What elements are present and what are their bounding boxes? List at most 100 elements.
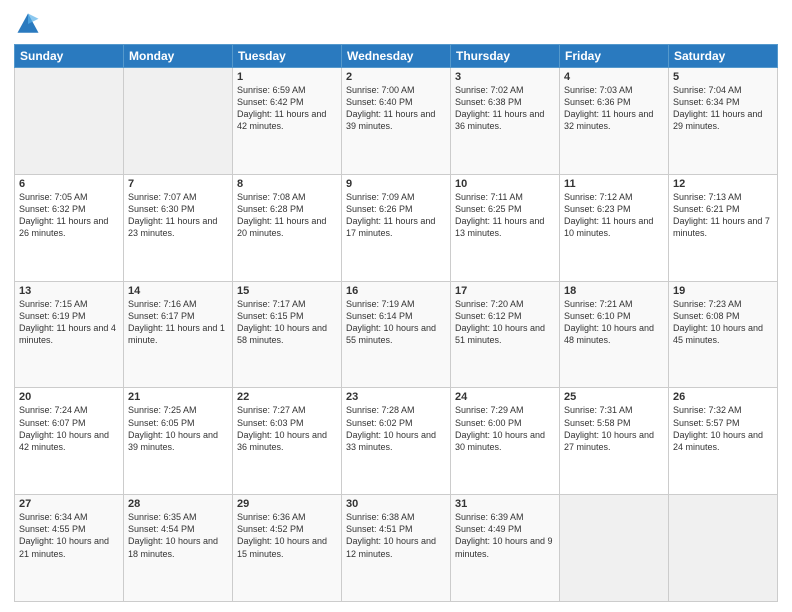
day-cell: 28Sunrise: 6:35 AM Sunset: 4:54 PM Dayli… [124,495,233,602]
day-cell: 25Sunrise: 7:31 AM Sunset: 5:58 PM Dayli… [560,388,669,495]
day-cell: 24Sunrise: 7:29 AM Sunset: 6:00 PM Dayli… [451,388,560,495]
week-row-1: 6Sunrise: 7:05 AM Sunset: 6:32 PM Daylig… [15,174,778,281]
day-number: 19 [673,285,773,297]
day-info: Sunrise: 7:21 AM Sunset: 6:10 PM Dayligh… [564,298,664,347]
weekday-wednesday: Wednesday [342,45,451,68]
day-cell: 26Sunrise: 7:32 AM Sunset: 5:57 PM Dayli… [669,388,778,495]
day-cell: 7Sunrise: 7:07 AM Sunset: 6:30 PM Daylig… [124,174,233,281]
day-info: Sunrise: 7:03 AM Sunset: 6:36 PM Dayligh… [564,84,664,133]
day-number: 2 [346,71,446,83]
day-number: 25 [564,391,664,403]
day-info: Sunrise: 7:17 AM Sunset: 6:15 PM Dayligh… [237,298,337,347]
day-cell: 19Sunrise: 7:23 AM Sunset: 6:08 PM Dayli… [669,281,778,388]
day-info: Sunrise: 7:04 AM Sunset: 6:34 PM Dayligh… [673,84,773,133]
day-number: 13 [19,285,119,297]
day-cell [669,495,778,602]
day-cell: 2Sunrise: 7:00 AM Sunset: 6:40 PM Daylig… [342,68,451,175]
day-number: 9 [346,178,446,190]
day-number: 28 [128,498,228,510]
day-info: Sunrise: 6:36 AM Sunset: 4:52 PM Dayligh… [237,511,337,560]
calendar-header: SundayMondayTuesdayWednesdayThursdayFrid… [15,45,778,68]
day-info: Sunrise: 7:25 AM Sunset: 6:05 PM Dayligh… [128,404,228,453]
day-info: Sunrise: 7:19 AM Sunset: 6:14 PM Dayligh… [346,298,446,347]
day-number: 7 [128,178,228,190]
day-cell: 18Sunrise: 7:21 AM Sunset: 6:10 PM Dayli… [560,281,669,388]
day-number: 12 [673,178,773,190]
day-info: Sunrise: 7:15 AM Sunset: 6:19 PM Dayligh… [19,298,119,347]
day-cell: 9Sunrise: 7:09 AM Sunset: 6:26 PM Daylig… [342,174,451,281]
day-cell [15,68,124,175]
weekday-monday: Monday [124,45,233,68]
day-info: Sunrise: 7:27 AM Sunset: 6:03 PM Dayligh… [237,404,337,453]
day-cell [560,495,669,602]
weekday-sunday: Sunday [15,45,124,68]
day-info: Sunrise: 6:39 AM Sunset: 4:49 PM Dayligh… [455,511,555,560]
day-number: 26 [673,391,773,403]
day-info: Sunrise: 7:11 AM Sunset: 6:25 PM Dayligh… [455,191,555,240]
day-number: 22 [237,391,337,403]
day-number: 24 [455,391,555,403]
day-cell: 8Sunrise: 7:08 AM Sunset: 6:28 PM Daylig… [233,174,342,281]
day-cell: 4Sunrise: 7:03 AM Sunset: 6:36 PM Daylig… [560,68,669,175]
day-cell: 11Sunrise: 7:12 AM Sunset: 6:23 PM Dayli… [560,174,669,281]
day-number: 23 [346,391,446,403]
day-info: Sunrise: 6:34 AM Sunset: 4:55 PM Dayligh… [19,511,119,560]
day-number: 15 [237,285,337,297]
day-info: Sunrise: 7:20 AM Sunset: 6:12 PM Dayligh… [455,298,555,347]
day-number: 21 [128,391,228,403]
day-info: Sunrise: 7:29 AM Sunset: 6:00 PM Dayligh… [455,404,555,453]
day-cell: 5Sunrise: 7:04 AM Sunset: 6:34 PM Daylig… [669,68,778,175]
day-info: Sunrise: 6:38 AM Sunset: 4:51 PM Dayligh… [346,511,446,560]
day-number: 18 [564,285,664,297]
week-row-3: 20Sunrise: 7:24 AM Sunset: 6:07 PM Dayli… [15,388,778,495]
day-info: Sunrise: 7:32 AM Sunset: 5:57 PM Dayligh… [673,404,773,453]
calendar-table: SundayMondayTuesdayWednesdayThursdayFrid… [14,44,778,602]
day-info: Sunrise: 7:08 AM Sunset: 6:28 PM Dayligh… [237,191,337,240]
day-info: Sunrise: 7:23 AM Sunset: 6:08 PM Dayligh… [673,298,773,347]
week-row-2: 13Sunrise: 7:15 AM Sunset: 6:19 PM Dayli… [15,281,778,388]
day-number: 11 [564,178,664,190]
day-number: 6 [19,178,119,190]
day-number: 31 [455,498,555,510]
day-cell: 22Sunrise: 7:27 AM Sunset: 6:03 PM Dayli… [233,388,342,495]
day-cell: 3Sunrise: 7:02 AM Sunset: 6:38 PM Daylig… [451,68,560,175]
day-info: Sunrise: 6:59 AM Sunset: 6:42 PM Dayligh… [237,84,337,133]
day-info: Sunrise: 7:00 AM Sunset: 6:40 PM Dayligh… [346,84,446,133]
day-number: 10 [455,178,555,190]
day-number: 5 [673,71,773,83]
day-cell: 15Sunrise: 7:17 AM Sunset: 6:15 PM Dayli… [233,281,342,388]
day-info: Sunrise: 7:05 AM Sunset: 6:32 PM Dayligh… [19,191,119,240]
day-info: Sunrise: 7:09 AM Sunset: 6:26 PM Dayligh… [346,191,446,240]
day-number: 16 [346,285,446,297]
weekday-header-row: SundayMondayTuesdayWednesdayThursdayFrid… [15,45,778,68]
day-cell: 17Sunrise: 7:20 AM Sunset: 6:12 PM Dayli… [451,281,560,388]
week-row-4: 27Sunrise: 6:34 AM Sunset: 4:55 PM Dayli… [15,495,778,602]
day-cell: 14Sunrise: 7:16 AM Sunset: 6:17 PM Dayli… [124,281,233,388]
day-cell: 29Sunrise: 6:36 AM Sunset: 4:52 PM Dayli… [233,495,342,602]
day-info: Sunrise: 7:13 AM Sunset: 6:21 PM Dayligh… [673,191,773,240]
day-cell: 20Sunrise: 7:24 AM Sunset: 6:07 PM Dayli… [15,388,124,495]
day-number: 14 [128,285,228,297]
weekday-friday: Friday [560,45,669,68]
week-row-0: 1Sunrise: 6:59 AM Sunset: 6:42 PM Daylig… [15,68,778,175]
day-cell: 30Sunrise: 6:38 AM Sunset: 4:51 PM Dayli… [342,495,451,602]
day-info: Sunrise: 6:35 AM Sunset: 4:54 PM Dayligh… [128,511,228,560]
logo-icon [14,10,42,38]
weekday-saturday: Saturday [669,45,778,68]
weekday-tuesday: Tuesday [233,45,342,68]
weekday-thursday: Thursday [451,45,560,68]
day-cell: 23Sunrise: 7:28 AM Sunset: 6:02 PM Dayli… [342,388,451,495]
day-number: 1 [237,71,337,83]
day-number: 4 [564,71,664,83]
calendar-body: 1Sunrise: 6:59 AM Sunset: 6:42 PM Daylig… [15,68,778,602]
day-number: 29 [237,498,337,510]
day-number: 27 [19,498,119,510]
day-number: 8 [237,178,337,190]
day-info: Sunrise: 7:31 AM Sunset: 5:58 PM Dayligh… [564,404,664,453]
day-cell: 1Sunrise: 6:59 AM Sunset: 6:42 PM Daylig… [233,68,342,175]
day-cell: 6Sunrise: 7:05 AM Sunset: 6:32 PM Daylig… [15,174,124,281]
logo [14,10,46,38]
day-cell: 12Sunrise: 7:13 AM Sunset: 6:21 PM Dayli… [669,174,778,281]
day-info: Sunrise: 7:16 AM Sunset: 6:17 PM Dayligh… [128,298,228,347]
day-info: Sunrise: 7:12 AM Sunset: 6:23 PM Dayligh… [564,191,664,240]
